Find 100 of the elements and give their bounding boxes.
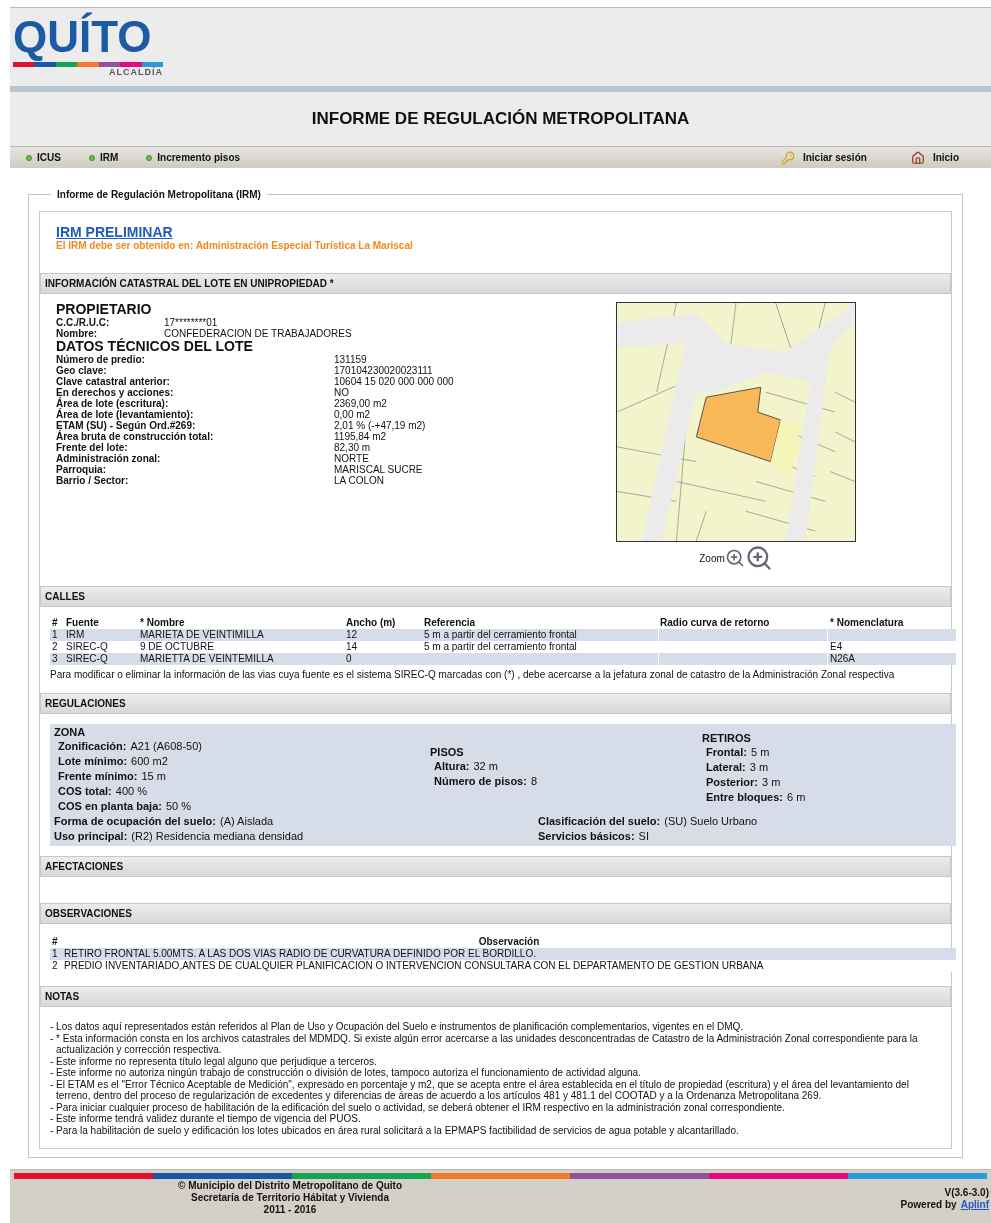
section-header: INFORMACIÓN CATASTRAL DEL LOTE EN UNIPROPIEDAD * bbox=[40, 273, 951, 294]
field-value: A21 (A608-50) bbox=[130, 739, 202, 754]
field-label: Lote mínimo: bbox=[58, 754, 128, 769]
table-cell-text: N26A bbox=[829, 653, 856, 665]
table-cell-text: 1 bbox=[51, 629, 59, 641]
bullet-icon bbox=[146, 154, 153, 161]
section-title: PROPIETARIO bbox=[56, 302, 153, 317]
column-header: Ancho (m) bbox=[345, 617, 397, 629]
field-label: Forma de ocupación del suelo: bbox=[54, 814, 216, 829]
table-cell-text: 5 m a partir del cerramiento frontal bbox=[423, 629, 578, 641]
note-item: - Para iniciar cualquier proceso de habilitación de la edificación del suelo o actividad, se deberá obtener el IRM respectivo en la administración zonal correspondiente. bbox=[50, 1101, 786, 1113]
field-value: 5 m bbox=[750, 745, 770, 760]
field-value: NORTE bbox=[334, 453, 369, 464]
note-item: - Este informe tendrá validez durante el tiempo de vigencia del PUOS. bbox=[50, 1113, 362, 1125]
note-text: Para modificar o eliminar la información de las vias cuya fuente es el sistema SIREC-Q marcadas con (*) , debe acercarse a la jefatura zonal de catastro de la Administración Zonal respectiva bbox=[50, 669, 896, 681]
field-label: COS en planta baja: bbox=[58, 799, 162, 814]
field-label: Servicios básicos: bbox=[538, 829, 635, 844]
field-value: 6 m bbox=[787, 790, 806, 805]
table-cell-text: 5 m a partir del cerramiento frontal bbox=[423, 641, 578, 653]
note-item: - Este informe no autoriza ningún trabajo de construcción o división de lotes, tampoco autoriza el funcionamiento de actividad alguna. bbox=[50, 1067, 642, 1079]
bullet-icon bbox=[88, 154, 95, 161]
field-value: 1195,84 m2 bbox=[334, 431, 387, 442]
logo: QUÍTO ALCALDÍA bbox=[13, 12, 163, 79]
field-value: (A) Aislada bbox=[220, 814, 274, 829]
field-label: ETAM (SU) - Según Ord.#269: bbox=[56, 420, 196, 431]
field-label: Clave catastral anterior: bbox=[56, 376, 171, 387]
field-label: Frente mínimo: bbox=[58, 769, 138, 784]
group-heading: RETIROS bbox=[702, 732, 752, 745]
notice-text: El IRM debe ser obtenido en: Administración Especial Turística La Mariscal bbox=[56, 240, 414, 252]
home-link[interactable]: Inicio bbox=[910, 150, 959, 165]
field-value: SI bbox=[638, 829, 649, 844]
login-link[interactable]: Iniciar sesión bbox=[780, 150, 867, 165]
column-header: * Nombre bbox=[139, 617, 186, 629]
table-cell-text: SIREC-Q bbox=[65, 641, 109, 653]
fieldset-legend: Informe de Regulación Metropolitana (IRM) bbox=[51, 188, 267, 201]
section-header: CALLES bbox=[40, 586, 951, 607]
field-label: Barrio / Sector: bbox=[56, 475, 130, 486]
field-value: 170104230020023111 bbox=[334, 365, 433, 376]
table-cell-text: 3 bbox=[51, 653, 59, 665]
field-label: Frente del lote: bbox=[56, 442, 129, 453]
table-cell-text: 1 bbox=[51, 948, 59, 960]
field-label: Geo clave: bbox=[56, 365, 108, 376]
table-cell-text: E4 bbox=[829, 641, 844, 653]
version-text: V(3.6-3.0) bbox=[944, 1187, 989, 1199]
nav-link[interactable]: IRM bbox=[88, 150, 119, 165]
preliminary-link[interactable]: IRM PRELIMINAR bbox=[56, 224, 935, 240]
field-value: 10604 15 020 000 000 000 bbox=[334, 376, 454, 387]
field-value: NO bbox=[334, 387, 349, 398]
zoom-in-icon bbox=[744, 544, 773, 572]
field-label: COS total: bbox=[58, 784, 112, 799]
column-header: Radio curva de retorno bbox=[659, 617, 771, 629]
field-value: 0,00 m2 bbox=[334, 409, 371, 420]
field-label: Zonificación: bbox=[58, 739, 127, 754]
footer-text: Secretaría de Territorio Hábitat y Vivienda bbox=[190, 1192, 389, 1204]
table-cell-text: 2 bbox=[51, 641, 59, 653]
field-value: 82,30 m bbox=[334, 442, 371, 453]
note-item: - * Esta información consta en los archivos catastrales del MDMDQ. Si existe algún error acercarse a las unidades desconcentradas de Catastro de la Administración Zonal correspondiente para la actualización y corrección respectiva. bbox=[50, 1032, 919, 1056]
group-heading: PISOS bbox=[430, 746, 465, 759]
field-label: Entre bloques: bbox=[706, 790, 783, 805]
field-label: Parroquia: bbox=[56, 464, 106, 475]
section-title: DATOS TÉCNICOS DEL LOTE bbox=[56, 339, 254, 354]
table-cell-text: 12 bbox=[345, 629, 359, 641]
zoom-in-icon bbox=[724, 548, 745, 568]
field-value: 2369,00 m2 bbox=[334, 398, 387, 409]
field-label: Nombre: bbox=[56, 328, 99, 339]
field-value: 8 bbox=[530, 774, 538, 789]
field-label: Clasificación del suelo: bbox=[538, 814, 661, 829]
vendor-link[interactable]: Aplinf bbox=[960, 1199, 989, 1211]
field-label: Área de lote (escritura): bbox=[56, 398, 169, 409]
group-heading: ZONA bbox=[54, 726, 87, 739]
section-header: NOTAS bbox=[40, 986, 951, 1007]
nav-link[interactable]: Incremento pisos bbox=[146, 150, 241, 165]
table-cell-text: PREDIO INVENTARIADO,ANTES DE CUALQUIER PLANIFICACION O INTERVENCION CONSULTARA CON EL DEPARTAMENTO DE GESTION URBANA bbox=[63, 960, 765, 972]
table-cell-text: MARIETA DE VEINTIMILLA bbox=[139, 629, 265, 641]
powered-by-text: Powered by bbox=[900, 1199, 957, 1211]
column-header: * Nomenclatura bbox=[829, 617, 905, 629]
page-title: INFORME DE REGULACIÓN METROPOLITANA bbox=[311, 108, 690, 131]
field-label: En derechos y acciones: bbox=[56, 387, 175, 398]
field-value: 2,01 % (-+47,19 m2) bbox=[334, 420, 426, 431]
column-header: Observación bbox=[477, 936, 541, 948]
home-icon bbox=[910, 150, 925, 165]
table-cell-text: MARIETTA DE VEINTEMILLA bbox=[139, 653, 275, 665]
note-item: - Para la habilitación de suelo y edificación los lotes ubicados en área rural solicitará a la EPMAPS factibilidad de servicios de agua potable y alcantarillado. bbox=[50, 1124, 740, 1136]
field-value: 600 m2 bbox=[131, 754, 168, 769]
field-value: 17********01 bbox=[164, 317, 218, 328]
field-value: LA COLON bbox=[334, 475, 385, 486]
field-value: 131159 bbox=[334, 354, 367, 365]
field-label: Uso principal: bbox=[54, 829, 128, 844]
field-label: Administración zonal: bbox=[56, 453, 162, 464]
footer-text: 2011 - 2016 bbox=[263, 1204, 317, 1216]
table-cell-text: SIREC-Q bbox=[65, 653, 109, 665]
field-label: Área de lote (levantamiento): bbox=[56, 409, 194, 420]
field-label: Posterior: bbox=[706, 775, 758, 790]
nav-link[interactable]: ICUS bbox=[26, 150, 61, 165]
field-value: 3 m bbox=[761, 775, 781, 790]
zoom-label: Zoom bbox=[699, 551, 725, 566]
note-item: - Los datos aquí representados están referidos al Plan de Uso y Ocupación del Suelo e instrumentos de planificación complementarios, vigentes en el DMQ. bbox=[50, 1021, 745, 1033]
field-value: 3 m bbox=[749, 760, 769, 775]
note-item: - El ETAM es el "Error Técnico Aceptable de Medición", expresado en porcentaje y m2, que se acepta entre el área establecida en el título de propiedad (escritura) y el área del levantamiento del terreno, dentro del proceso de regularización de excedentes y diferencias de áreas de acuerdo a los artículos 481 y 481.1 del COOTAD y a la Ordenanza Metropolitana 269. bbox=[50, 1078, 910, 1102]
footer-text: © Municipio del Distrito Metropolitano de Quito bbox=[178, 1180, 402, 1192]
